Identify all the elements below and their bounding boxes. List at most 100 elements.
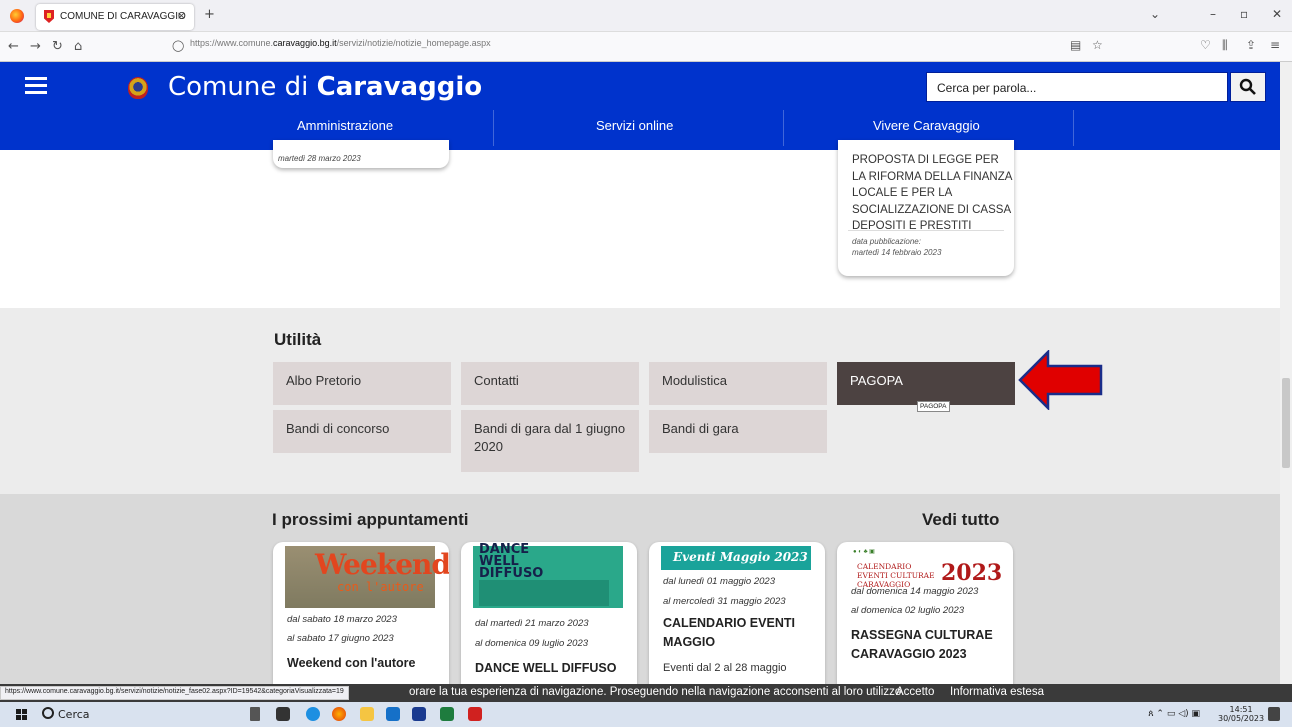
news-card[interactable]: PROPOSTA DI LEGGE PER LA RIFORMA DELLA F… bbox=[838, 140, 1014, 276]
site-title-prefix: Comune di bbox=[168, 72, 309, 102]
red-arrow-annotation bbox=[1018, 350, 1103, 410]
event-excerpt: Eventi dal 2 al 28 maggio bbox=[663, 662, 787, 674]
event-image-text: CALENDARIO EVENTI CULTURAE CARAVAGGIO bbox=[857, 562, 935, 589]
outlook-icon[interactable] bbox=[386, 707, 400, 721]
news-title[interactable]: PROPOSTA DI LEGGE PER LA RIFORMA DELLA F… bbox=[852, 152, 1012, 235]
event-image[interactable]: Eventi Maggio 2023 bbox=[661, 546, 811, 572]
edge-icon[interactable] bbox=[306, 707, 320, 721]
app-icon[interactable] bbox=[412, 707, 426, 721]
event-image[interactable]: ● ◐ ♣ ▣ CALENDARIO EVENTI CULTURAE CARAV… bbox=[849, 546, 1003, 589]
shield-icon[interactable]: ◯ bbox=[172, 39, 184, 52]
albo-pretorio-button[interactable]: Albo Pretorio bbox=[273, 362, 451, 405]
windows-taskbar: Cerca ጰ ⌃ ▭ ◁) ▣ 14:51 30/05/2023 bbox=[0, 702, 1292, 727]
browser-tab[interactable]: COMUNE DI CARAVAGGIO × bbox=[36, 4, 194, 30]
search-input[interactable]: Cerca per parola... bbox=[926, 72, 1228, 102]
minimize-icon[interactable]: – bbox=[1210, 7, 1216, 21]
event-title[interactable]: CALENDARIO EVENTI MAGGIO bbox=[663, 614, 823, 652]
cookie-accept-link[interactable]: Accetto bbox=[896, 686, 934, 698]
pocket-icon[interactable]: ♡ bbox=[1200, 38, 1211, 52]
file-explorer-icon[interactable] bbox=[360, 707, 374, 721]
cookie-message: orare la tua esperienza di navigazione. … bbox=[409, 686, 905, 698]
event-card[interactable]: DANCE WELL DIFFUSO dal martedì 21 marzo … bbox=[461, 542, 637, 684]
event-image-subtext: con l'autore bbox=[337, 580, 424, 594]
pagopa-button[interactable]: PAGOPA bbox=[837, 362, 1015, 405]
reload-icon[interactable]: ↻ bbox=[52, 39, 63, 54]
events-section: I prossimi appuntamenti Vedi tutto Weeke… bbox=[0, 494, 1280, 684]
event-end-date: al domenica 09 luglio 2023 bbox=[475, 638, 589, 649]
excel-icon[interactable] bbox=[440, 707, 454, 721]
menu-icon[interactable]: ≡ bbox=[1270, 38, 1280, 52]
url-path: /servizi/notizie/notizie_homepage.aspx bbox=[336, 38, 491, 48]
utilita-heading: Utilità bbox=[274, 330, 322, 349]
library-icon[interactable]: ⫼ bbox=[1222, 38, 1228, 53]
event-card[interactable]: Eventi Maggio 2023 dal lunedì 01 maggio … bbox=[649, 542, 825, 684]
url-domain: caravaggio.bg.it bbox=[273, 38, 337, 48]
clock-date: 30/05/2023 bbox=[1218, 714, 1265, 723]
system-tray-icons[interactable]: ጰ ⌃ ▭ ◁) ▣ bbox=[1148, 709, 1200, 719]
window-close-icon[interactable]: ✕ bbox=[1272, 7, 1282, 21]
event-title[interactable]: RASSEGNA CULTURAE CARAVAGGIO 2023 bbox=[851, 626, 1011, 664]
url-field[interactable]: https://www.comune.caravaggio.bg.it/serv… bbox=[190, 38, 491, 48]
notifications-icon[interactable] bbox=[1268, 707, 1280, 721]
event-image[interactable]: Weekend con l'autore bbox=[285, 546, 449, 608]
acrobat-icon[interactable] bbox=[468, 707, 482, 721]
list-tabs-icon[interactable]: ⌄ bbox=[1150, 7, 1160, 21]
maximize-icon[interactable]: ▫ bbox=[1240, 7, 1248, 21]
bandi-di-gara-2020-button[interactable]: Bandi di gara dal 1 giugno 2020 bbox=[461, 410, 639, 472]
news-date-label: data pubblicazione: bbox=[852, 237, 921, 246]
site-title[interactable]: Comune di Caravaggio bbox=[168, 72, 482, 102]
city-crest-logo[interactable] bbox=[128, 77, 148, 99]
event-start-date: dal sabato 18 marzo 2023 bbox=[287, 614, 397, 625]
task-view-icon[interactable] bbox=[276, 707, 290, 721]
extensions-icon[interactable]: ⇪ bbox=[1246, 38, 1256, 52]
tab-close-icon[interactable]: × bbox=[177, 9, 186, 22]
event-start-date: dal lunedì 01 maggio 2023 bbox=[663, 576, 775, 587]
pagopa-tooltip: PAGOPA bbox=[917, 401, 950, 412]
scrollbar-thumb[interactable] bbox=[1282, 378, 1290, 468]
event-card[interactable]: ● ◐ ♣ ▣ CALENDARIO EVENTI CULTURAE CARAV… bbox=[837, 542, 1013, 684]
site-favicon-icon bbox=[44, 10, 54, 23]
event-title[interactable]: Weekend con l'autore bbox=[287, 654, 447, 673]
nav-amministrazione[interactable]: Amministrazione bbox=[297, 118, 393, 133]
event-end-date: al sabato 17 giugno 2023 bbox=[287, 633, 394, 644]
back-icon[interactable]: ← bbox=[8, 39, 19, 54]
hamburger-menu-icon[interactable] bbox=[25, 77, 47, 95]
nav-vivere-caravaggio[interactable]: Vivere Caravaggio bbox=[873, 118, 980, 133]
event-image[interactable]: DANCE WELL DIFFUSO bbox=[473, 542, 623, 608]
home-icon[interactable]: ⌂ bbox=[74, 39, 82, 54]
event-end-date: al domenica 02 luglio 2023 bbox=[851, 605, 965, 616]
firefox-taskbar-icon[interactable] bbox=[332, 707, 346, 721]
sponsor-logos: ● ◐ ♣ ▣ bbox=[853, 549, 875, 555]
news-card[interactable]: martedì 28 marzo 2023 bbox=[273, 140, 449, 168]
forward-icon[interactable]: → bbox=[30, 39, 41, 54]
new-tab-button[interactable]: + bbox=[204, 7, 215, 22]
bandi-di-gara-button[interactable]: Bandi di gara bbox=[649, 410, 827, 453]
event-card[interactable]: Weekend con l'autore dal sabato 18 marzo… bbox=[273, 542, 449, 684]
start-icon[interactable] bbox=[16, 709, 27, 720]
taskbar-search-label: Cerca bbox=[58, 708, 90, 721]
nav-servizi-online[interactable]: Servizi online bbox=[596, 118, 673, 133]
firefox-icon[interactable] bbox=[10, 9, 24, 23]
event-start-date: dal martedì 21 marzo 2023 bbox=[475, 618, 589, 629]
nav-divider bbox=[493, 110, 494, 146]
nav-divider bbox=[1073, 110, 1074, 146]
bandi-di-concorso-button[interactable]: Bandi di concorso bbox=[273, 410, 451, 453]
taskbar-clock[interactable]: 14:51 30/05/2023 bbox=[1218, 705, 1264, 723]
search-button[interactable] bbox=[1230, 72, 1266, 102]
event-image-text: DANCE WELL DIFFUSO bbox=[479, 542, 544, 581]
site-header: Comune di Caravaggio Cerca per parola...… bbox=[0, 62, 1280, 150]
cookie-info-link[interactable]: Informativa estesa bbox=[950, 686, 1044, 698]
pin-icon[interactable] bbox=[250, 707, 260, 721]
news-section: martedì 28 marzo 2023 PROPOSTA DI LEGGE … bbox=[0, 140, 1280, 308]
reader-view-icon[interactable]: ▤ bbox=[1070, 38, 1081, 52]
bookmark-star-icon[interactable]: ☆ bbox=[1092, 38, 1103, 52]
news-date: martedì 28 marzo 2023 bbox=[278, 154, 361, 163]
see-all-link[interactable]: Vedi tutto bbox=[922, 510, 999, 530]
page-scrollbar[interactable] bbox=[1280, 62, 1292, 684]
web-page: Comune di Caravaggio Cerca per parola...… bbox=[0, 62, 1280, 684]
contatti-button[interactable]: Contatti bbox=[461, 362, 639, 405]
search-icon bbox=[1239, 78, 1256, 95]
event-title[interactable]: DANCE WELL DIFFUSO bbox=[475, 659, 635, 678]
modulistica-button[interactable]: Modulistica bbox=[649, 362, 827, 405]
event-image-year: 2023 bbox=[941, 560, 1003, 586]
